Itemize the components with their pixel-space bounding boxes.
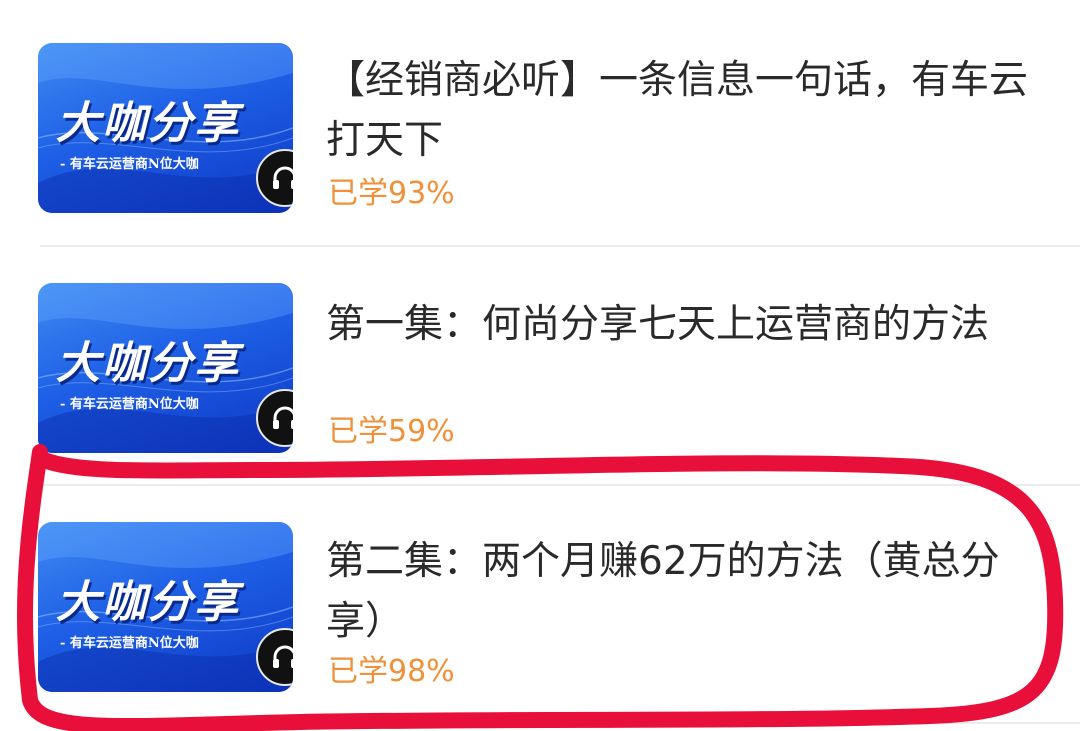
course-list-item[interactable]: 大咖分享 - 有车云运营商N位大咖 第二集：两个月赚62万的方法（黄总分享） 已… (0, 480, 1080, 724)
course-list-page: 大咖分享 - 有车云运营商N位大咖 【经销商必听】一条信息一句话，有车云打天下 … (0, 0, 1080, 731)
thumbnail-title: 大咖分享 (56, 98, 240, 149)
thumbnail-title: 大咖分享 (56, 577, 240, 628)
thumbnail-subtitle: - 有车云运营商N位大咖 (60, 157, 199, 172)
course-progress: 已学59% (328, 414, 455, 449)
course-thumbnail[interactable]: 大咖分享 - 有车云运营商N位大咖 (38, 522, 293, 692)
course-list-item[interactable]: 大咖分享 - 有车云运营商N位大咖 第一集：何尚分享七天上运营商的方法 已学59… (0, 240, 1080, 486)
thumbnail-title: 大咖分享 (56, 338, 240, 389)
course-thumbnail[interactable]: 大咖分享 - 有车云运营商N位大咖 (38, 43, 293, 213)
item-divider (40, 722, 1080, 724)
course-thumbnail[interactable]: 大咖分享 - 有车云运营商N位大咖 (38, 283, 293, 453)
course-title[interactable]: 【经销商必听】一条信息一句话，有车云打天下 (326, 51, 1046, 171)
course-progress: 已学93% (328, 176, 455, 211)
thumbnail-subtitle: - 有车云运营商N位大咖 (60, 397, 199, 412)
course-progress: 已学98% (328, 654, 455, 689)
course-title[interactable]: 第二集：两个月赚62万的方法（黄总分享） (326, 532, 1046, 652)
thumbnail-subtitle: - 有车云运营商N位大咖 (60, 636, 199, 651)
course-title[interactable]: 第一集：何尚分享七天上运营商的方法 (326, 295, 1046, 355)
course-list-item[interactable]: 大咖分享 - 有车云运营商N位大咖 【经销商必听】一条信息一句话，有车云打天下 … (0, 0, 1080, 247)
